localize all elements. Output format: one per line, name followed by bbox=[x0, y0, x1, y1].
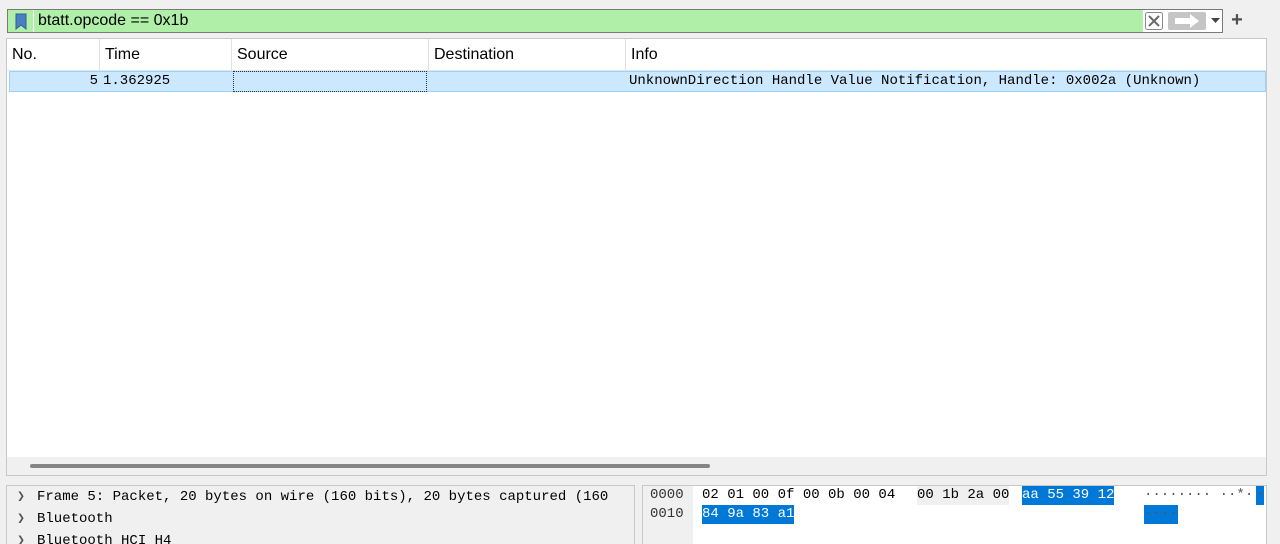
display-filter-toolbar: + bbox=[0, 0, 1280, 38]
tree-item-bluetooth[interactable]: ❯ Bluetooth bbox=[7, 508, 634, 530]
display-filter-box bbox=[7, 9, 1223, 33]
tree-item-label: Bluetooth bbox=[37, 511, 113, 527]
display-filter-input[interactable] bbox=[34, 10, 1143, 32]
chevron-down-icon bbox=[1210, 18, 1220, 23]
arrow-right-icon bbox=[1175, 14, 1199, 28]
ascii-bytes-highlighted[interactable]: ···· bbox=[1144, 505, 1178, 524]
packet-bytes-pane: 0000 0010 02 01 00 0f 00 0b 00 04 00 1b … bbox=[642, 485, 1267, 544]
packet-destination-cell bbox=[430, 72, 624, 91]
offset-label: 0000 bbox=[650, 487, 684, 503]
tree-item-label: Bluetooth HCI H4 bbox=[37, 533, 172, 544]
horizontal-scrollbar[interactable] bbox=[7, 457, 1266, 475]
bookmark-button[interactable] bbox=[8, 10, 33, 32]
packet-info-cell: UnknownDirection Handle Value Notificati… bbox=[629, 73, 1201, 89]
offset-label: 0010 bbox=[650, 506, 684, 522]
packet-source-cell bbox=[233, 71, 427, 92]
hex-bytes[interactable]: 00 1b 2a 00 bbox=[917, 486, 1010, 505]
hex-bytes[interactable]: 02 01 00 0f 00 0b 00 04 bbox=[702, 486, 895, 505]
column-header-source[interactable]: Source bbox=[232, 39, 429, 70]
ascii-bytes-highlighted[interactable]: · bbox=[1256, 486, 1265, 505]
packet-no-cell: 5 bbox=[89, 73, 98, 89]
tree-item-frame[interactable]: ❯ Frame 5: Packet, 20 bytes on wire (160… bbox=[7, 486, 634, 508]
apply-filter-button[interactable] bbox=[1168, 12, 1206, 30]
chevron-right-icon[interactable]: ❯ bbox=[15, 508, 27, 530]
chevron-right-icon[interactable]: ❯ bbox=[15, 486, 27, 508]
hex-bytes-highlighted[interactable]: 84 9a 83 a1 bbox=[702, 505, 795, 524]
column-header-info[interactable]: Info bbox=[626, 39, 1266, 70]
packet-time-cell: 1.362925 bbox=[103, 73, 171, 89]
add-filter-button[interactable]: + bbox=[1228, 9, 1246, 31]
chevron-right-icon[interactable]: ❯ bbox=[15, 530, 27, 544]
packet-list: No. Time Source Destination Info 5 1.362… bbox=[6, 38, 1267, 476]
filter-history-dropdown[interactable] bbox=[1208, 12, 1222, 30]
packet-row[interactable]: 5 1.362925 UnknownDirection Handle Value… bbox=[9, 71, 1266, 92]
ascii-bytes[interactable]: ········ ··*· bbox=[1144, 486, 1253, 505]
offset-column: 0000 0010 bbox=[643, 486, 693, 544]
column-header-time[interactable]: Time bbox=[100, 39, 232, 70]
packet-details-pane: ❯ Frame 5: Packet, 20 bytes on wire (160… bbox=[6, 485, 635, 544]
bookmark-icon bbox=[15, 13, 26, 30]
hex-bytes-highlighted[interactable]: aa 55 39 12 bbox=[1022, 486, 1115, 505]
tree-item-hci-h4[interactable]: ❯ Bluetooth HCI H4 bbox=[7, 530, 634, 544]
tree-item-label: Frame 5: Packet, 20 bytes on wire (160 b… bbox=[37, 489, 609, 505]
scrollbar-thumb[interactable] bbox=[30, 464, 710, 468]
clear-filter-button[interactable] bbox=[1145, 12, 1163, 30]
column-header-no[interactable]: No. bbox=[7, 39, 100, 70]
column-header-destination[interactable]: Destination bbox=[429, 39, 626, 70]
clear-icon bbox=[1145, 12, 1163, 30]
